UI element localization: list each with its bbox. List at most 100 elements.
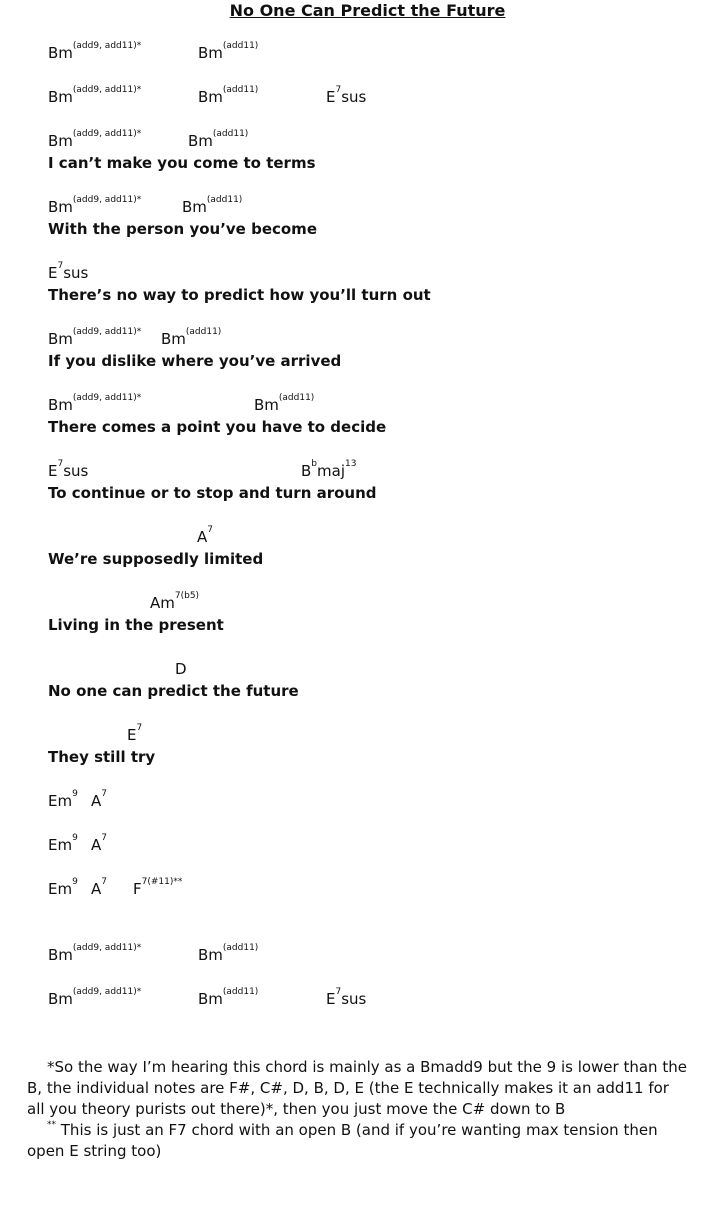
- chord: Bm(add9, add11)*: [48, 195, 142, 217]
- chord-line: Bm(add9, add11)* Bm(add11): [48, 327, 710, 353]
- chord-line: Em9 A7: [48, 789, 710, 815]
- chord-root: Bm: [254, 396, 279, 414]
- chord: F7(#11)**: [133, 877, 183, 899]
- chord-line: E7sus: [48, 261, 710, 287]
- chord: Bm(add9, add11)*: [48, 943, 142, 965]
- chord-extension: 7(#11)**: [141, 877, 183, 887]
- lyric-line: If you dislike where you’ve arrived: [48, 352, 342, 370]
- chord-root: A: [91, 792, 102, 810]
- chord-root: Bm: [48, 946, 73, 964]
- chord-root: B: [301, 462, 312, 480]
- chord-line: E7: [48, 723, 710, 749]
- lyric-line: With the person you’ve become: [48, 220, 317, 238]
- chord-root: A: [197, 528, 208, 546]
- chord: E7sus: [48, 459, 89, 481]
- chord-root: Em: [48, 836, 73, 854]
- chord: Bm(add11): [198, 987, 258, 1009]
- chord: Bm(add9, add11)*: [48, 85, 142, 107]
- lyric-line: There’s no way to predict how you’ll tur…: [48, 286, 431, 304]
- chord-suffix: sus: [63, 264, 89, 282]
- chord-root: Am: [150, 594, 175, 612]
- chord: A7: [197, 525, 213, 547]
- chord-root: A: [91, 880, 102, 898]
- chord-line: Em9 A7: [48, 833, 710, 859]
- chord-extension: (add9, add11)*: [72, 129, 142, 139]
- chord-extension: (add9, add11)*: [72, 195, 142, 205]
- chord-extension: (add11): [206, 195, 243, 205]
- chord-root: Bm: [48, 990, 73, 1008]
- footnote-1: *So the way I’m hearing this chord is ma…: [27, 1058, 687, 1118]
- chord-suffix: sus: [341, 88, 367, 106]
- lyric-line: Living in the present: [48, 616, 224, 634]
- chord-line: Bm(add9, add11)* Bm(add11): [48, 393, 710, 419]
- chord-root: Bm: [182, 198, 207, 216]
- chord-line: D: [48, 659, 710, 683]
- chord: Bm(add11): [188, 129, 249, 151]
- chord: Bm(add9, add11)*: [48, 41, 142, 63]
- chord-root: Bm: [48, 330, 73, 348]
- chord-line: Bm(add9, add11)* Bm(add11) E7sus: [48, 85, 710, 111]
- chord-root: Bm: [48, 132, 73, 150]
- chord-root: Bm: [198, 946, 223, 964]
- chord-line: Bm(add9, add11)* Bm(add11): [48, 195, 710, 221]
- chord-root: Em: [48, 880, 73, 898]
- chord-extension: (add11): [212, 129, 249, 139]
- chord-line: E7sus Bbmaj13: [48, 459, 710, 485]
- chord: D: [175, 659, 187, 679]
- chord-extension: (add11): [222, 85, 259, 95]
- chord-root: Bm: [198, 88, 223, 106]
- chord: Bm(add11): [161, 327, 222, 349]
- chord-extension: (add9, add11)*: [72, 85, 142, 95]
- chord-extension: 7: [101, 789, 107, 799]
- chord-line: Bm(add9, add11)* Bm(add11) E7sus: [48, 987, 710, 1013]
- chord: Bm(add11): [198, 85, 259, 107]
- chord-extension: 7: [101, 833, 107, 843]
- chord: Bbmaj13: [301, 459, 356, 481]
- lyric-line: No one can predict the future: [48, 682, 299, 700]
- lyric-line: We’re supposedly limited: [48, 550, 264, 568]
- chord-extension: (add9, add11)*: [72, 943, 142, 953]
- chord-root: Bm: [198, 44, 223, 62]
- chord-root: F: [133, 880, 142, 898]
- chord-line: Bm(add9, add11)* Bm(add11): [48, 943, 710, 969]
- chord: Bm(add11): [198, 943, 259, 965]
- chord-root: Bm: [48, 396, 73, 414]
- chord: Em9: [48, 833, 78, 855]
- chord-extension: 7: [335, 85, 342, 95]
- chord-extension: 7: [207, 525, 213, 535]
- footnote-2: ** This is just an F7 chord with an open…: [27, 1120, 658, 1160]
- chord-extension: 7: [335, 987, 342, 997]
- chord-line: A7: [48, 525, 710, 551]
- chord-extension: (add9, add11)*: [72, 327, 142, 337]
- chord-root: Bm: [48, 88, 73, 106]
- chord: E7sus: [48, 261, 89, 283]
- chord-extension: (add11): [278, 393, 315, 403]
- chord: A7: [91, 877, 107, 899]
- chord-root: Bm: [198, 990, 223, 1008]
- chord-suffix: sus: [63, 462, 89, 480]
- footnotes: *So the way I’m hearing this chord is ma…: [27, 1057, 687, 1162]
- chord-line: Am7(b5): [48, 591, 710, 617]
- chord-extension: (add11): [222, 41, 259, 51]
- chord: A7: [91, 789, 107, 811]
- chord: Bm(add11): [254, 393, 315, 415]
- chord-extension: 9: [72, 833, 78, 843]
- chord: E7sus: [326, 85, 367, 107]
- chord: Am7(b5): [150, 591, 199, 613]
- chord-extension: b: [311, 459, 318, 469]
- chord-extension: 7: [101, 877, 107, 887]
- chord: A7: [91, 833, 107, 855]
- chord-extension: 7: [57, 261, 64, 271]
- song-title: No One Can Predict the Future: [229, 1, 506, 20]
- chord-root: D: [175, 660, 187, 678]
- chord-extension: (add11): [185, 327, 222, 337]
- chord: Bm(add9, add11)*: [48, 987, 142, 1009]
- chord-root: Bm: [48, 44, 73, 62]
- chord-extension: (add9, add11)*: [72, 41, 142, 51]
- chord-extension: (add11): [222, 943, 259, 953]
- chord: Bm(add11): [198, 41, 259, 63]
- chord: Bm(add9, add11)*: [48, 393, 141, 415]
- chord-extension: (add9, add11)*: [72, 987, 142, 997]
- chord-root: Bm: [161, 330, 186, 348]
- lyric-line: To continue or to stop and turn around: [48, 484, 377, 502]
